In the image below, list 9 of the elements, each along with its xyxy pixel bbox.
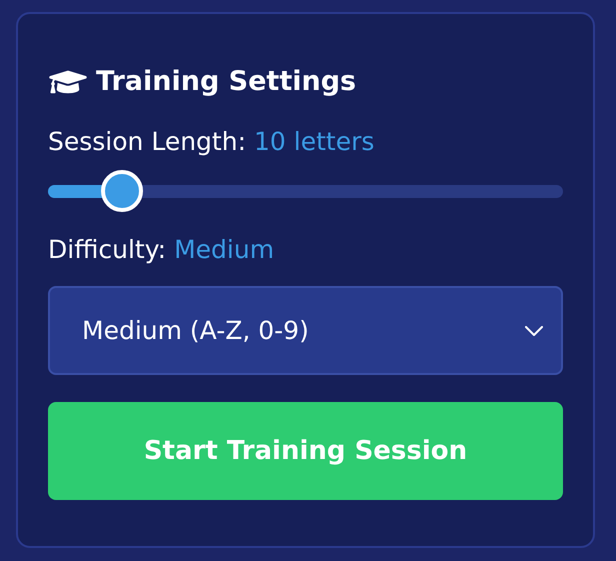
chevron-down-icon: [525, 326, 543, 336]
difficulty-value: Medium: [174, 234, 274, 266]
difficulty-select[interactable]: Medium (A-Z, 0-9): [48, 286, 563, 375]
session-length-slider[interactable]: [48, 170, 563, 212]
session-length-value: 10 letters: [254, 126, 374, 158]
difficulty-label: Difficulty:: [48, 234, 166, 266]
section-title: Training Settings: [96, 64, 356, 99]
slider-thumb[interactable]: [101, 170, 144, 212]
session-length-label: Session Length:: [48, 126, 246, 158]
